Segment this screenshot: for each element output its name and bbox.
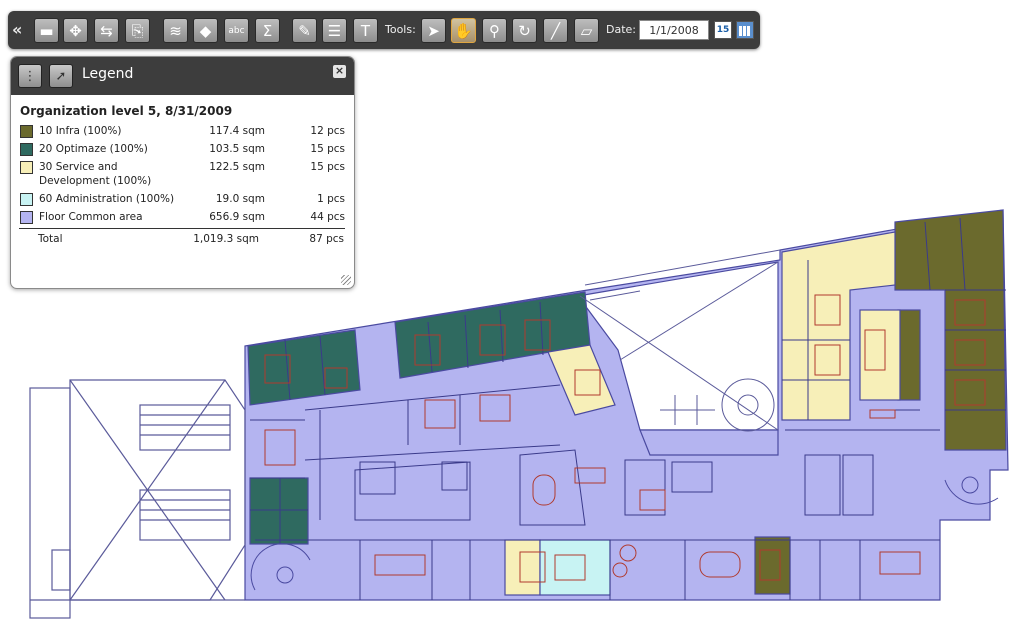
sum-icon[interactable]: Σ xyxy=(255,18,280,43)
legend-swatch xyxy=(20,143,33,156)
close-icon[interactable]: × xyxy=(333,65,346,78)
legend-row-name: 10 Infra (100%) xyxy=(39,125,122,137)
legend-row: 30 Service and Development (100%) 122.5 … xyxy=(19,160,345,188)
pointer-icon[interactable]: ➤ xyxy=(421,18,446,43)
legend-row-name: Floor Common area xyxy=(39,211,143,223)
pdf-icon[interactable]: ⎘ xyxy=(125,18,150,43)
legend-options-icon[interactable]: ⋮ xyxy=(18,64,42,88)
legend-swatch xyxy=(20,125,33,138)
calendar-grid-icon[interactable] xyxy=(736,21,754,39)
legend-header: ⋮ ➚ Legend × xyxy=(11,57,354,95)
calendar-day-icon[interactable]: 15 xyxy=(714,21,732,39)
legend-body: Organization level 5, 8/31/2009 10 Infra… xyxy=(11,95,354,246)
date-input[interactable] xyxy=(639,20,709,40)
tools-label: Tools: xyxy=(385,23,416,36)
zoom-icon[interactable]: ⚲ xyxy=(482,18,507,43)
legend-row-name: 30 Service and Development (100%) xyxy=(39,161,152,187)
legend-total-pcs: 87 pcs xyxy=(309,233,344,245)
resize-handle-icon[interactable] xyxy=(341,275,351,285)
move-icon[interactable]: ✥ xyxy=(63,18,88,43)
legend-row-area: 117.4 sqm xyxy=(209,125,265,137)
legend-total-label: Total xyxy=(38,233,63,245)
legend-total-row: Total 1,019.3 sqm 87 pcs xyxy=(19,228,345,246)
paint-bucket-icon[interactable]: ◆ xyxy=(193,18,218,43)
legend-row: 20 Optimaze (100%) 103.5 sqm 15 pcs xyxy=(19,142,345,156)
document-icon[interactable]: ☰ xyxy=(322,18,347,43)
legend-heading: Organization level 5, 8/31/2009 xyxy=(20,104,233,118)
legend-row-pcs: 15 pcs xyxy=(310,161,345,173)
legend-swatch xyxy=(20,193,33,206)
legend-row-name: 20 Optimaze (100%) xyxy=(39,143,148,155)
main-toolbar: « ▬ ✥ ⇆ ⎘ ≋ ◆ abc Σ ✎ ☰ T Tools: ➤ ✋ ⚲ ↻… xyxy=(8,11,760,49)
legend-row-name: 60 Administration (100%) xyxy=(39,193,175,205)
legend-panel: ⋮ ➚ Legend × Organization level 5, 8/31/… xyxy=(10,56,355,289)
admin-area xyxy=(539,539,611,596)
spellcheck-icon[interactable]: abc xyxy=(224,18,249,43)
legend-row-pcs: 15 pcs xyxy=(310,143,345,155)
legend-row-pcs: 1 pcs xyxy=(317,193,345,205)
legend-row-area: 122.5 sqm xyxy=(209,161,265,173)
legend-total-area: 1,019.3 sqm xyxy=(193,233,259,245)
ruler-icon[interactable]: ╱ xyxy=(543,18,568,43)
legend-row: 10 Infra (100%) 117.4 sqm 12 pcs xyxy=(19,124,345,138)
legend-swatch xyxy=(20,161,33,174)
layers-icon[interactable]: ≋ xyxy=(163,18,188,43)
flip-icon[interactable]: ⇆ xyxy=(94,18,119,43)
legend-row: Floor Common area 656.9 sqm 44 pcs xyxy=(19,210,345,224)
edit-pen-icon[interactable]: ✎ xyxy=(292,18,317,43)
legend-row-area: 19.0 sqm xyxy=(215,193,265,205)
legend-row: 60 Administration (100%) 19.0 sqm 1 pcs xyxy=(19,192,345,206)
rotate-icon[interactable]: ↻ xyxy=(512,18,537,43)
legend-select-icon[interactable]: ➚ xyxy=(49,64,73,88)
eraser-icon[interactable]: ▱ xyxy=(574,18,599,43)
legend-row-pcs: 44 pcs xyxy=(310,211,345,223)
legend-title: Legend xyxy=(82,66,134,82)
folder-icon[interactable]: ▬ xyxy=(34,18,59,43)
collapse-toolbar-button[interactable]: « xyxy=(12,20,22,39)
legend-row-pcs: 12 pcs xyxy=(310,125,345,137)
date-label: Date: xyxy=(606,23,636,36)
legend-row-area: 103.5 sqm xyxy=(209,143,265,155)
hand-pan-icon[interactable]: ✋ xyxy=(451,18,476,43)
legend-swatch xyxy=(20,211,33,224)
atrium-lower xyxy=(639,429,779,456)
legend-row-area: 656.9 sqm xyxy=(209,211,265,223)
text-format-icon[interactable]: T xyxy=(353,18,378,43)
left-tower xyxy=(29,379,246,619)
